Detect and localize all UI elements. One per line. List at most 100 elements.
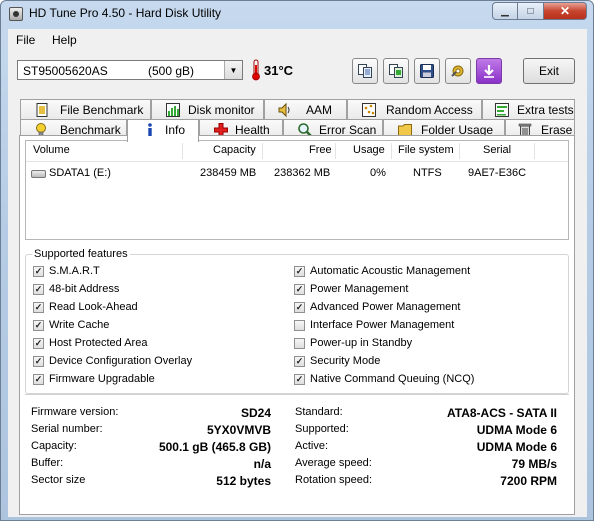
- feature-label: Security Mode: [310, 355, 381, 367]
- tab-random-access[interactable]: Random Access: [347, 99, 482, 120]
- info-row: Supported: UDMA Mode 6: [295, 423, 557, 437]
- menu-file[interactable]: File: [16, 33, 35, 47]
- checkbox-checked[interactable]: ✓: [33, 374, 44, 385]
- options-button[interactable]: [445, 58, 471, 84]
- tab-file-benchmark[interactable]: File Benchmark: [20, 99, 151, 120]
- checkbox-checked[interactable]: ✓: [33, 338, 44, 349]
- drive-selector[interactable]: ST95005620AS (500 gB) ▼: [17, 60, 243, 80]
- info-value: UDMA Mode 6: [476, 440, 557, 454]
- feature-label: Advanced Power Management: [310, 301, 461, 313]
- table-row[interactable]: SDATA1 (E:) 238459 MB 238362 MB 0% NTFS …: [26, 165, 568, 183]
- feature-label: Firmware Upgradable: [49, 373, 155, 385]
- checkbox-unchecked[interactable]: [294, 320, 305, 331]
- checkbox-checked[interactable]: ✓: [294, 374, 305, 385]
- info-row: Sector size 512 bytes: [31, 474, 271, 488]
- minimize-icon: ▁: [501, 5, 509, 17]
- tab-disk-monitor[interactable]: Disk monitor: [151, 99, 264, 120]
- info-label: Capacity:: [31, 440, 77, 452]
- info-value: SD24: [240, 406, 271, 420]
- checkbox-checked[interactable]: ✓: [294, 266, 305, 277]
- tab-label: Info: [165, 123, 186, 137]
- info-value: 79 MB/s: [511, 457, 557, 471]
- title-bar[interactable]: HD Tune Pro 4.50 - Hard Disk Utility ▁ □…: [1, 1, 593, 28]
- copy-screenshot-button[interactable]: [383, 58, 409, 84]
- cell-capacity: 238459 MB: [200, 167, 257, 179]
- drive-size: (500 gB): [148, 64, 195, 78]
- info-panel: Volume Capacity Free Usage File system S…: [19, 135, 575, 515]
- download-update-button[interactable]: [476, 58, 502, 84]
- checkbox-unchecked[interactable]: [294, 338, 305, 349]
- info-icon: [148, 123, 152, 136]
- checkbox-checked[interactable]: ✓: [33, 302, 44, 313]
- feature-label: Power-up in Standby: [310, 337, 413, 349]
- info-row: Standard: ATA8-ACS - SATA II: [295, 406, 557, 420]
- cell-file-system: NTFS: [413, 167, 442, 179]
- info-value: ATA8-ACS - SATA II: [447, 406, 557, 420]
- cell-serial: 9AE7-E36C: [468, 167, 527, 179]
- info-label: Standard:: [295, 406, 343, 418]
- save-floppy-icon: [420, 64, 434, 78]
- checkbox-checked[interactable]: ✓: [294, 302, 305, 313]
- column-free[interactable]: Free: [309, 144, 332, 156]
- info-row: Average speed: 79 MB/s: [295, 457, 557, 471]
- tab-info[interactable]: Info: [127, 119, 199, 142]
- maximize-icon: □: [527, 5, 534, 17]
- app-window: HD Tune Pro 4.50 - Hard Disk Utility ▁ □…: [0, 0, 594, 521]
- checkbox-checked[interactable]: ✓: [33, 320, 44, 331]
- info-label: Firmware version:: [31, 406, 119, 418]
- checkbox-checked[interactable]: ✓: [33, 356, 44, 367]
- tab-aam[interactable]: AAM: [264, 99, 347, 120]
- checkbox-checked[interactable]: ✓: [33, 266, 44, 277]
- tab-label: Extra tests: [517, 103, 574, 117]
- tab-label: File Benchmark: [60, 103, 144, 117]
- column-usage[interactable]: Usage: [353, 144, 385, 156]
- supported-features-title: Supported features: [32, 248, 130, 260]
- cell-usage: 0%: [370, 167, 386, 179]
- feature-label: Power Management: [310, 283, 409, 295]
- column-volume[interactable]: Volume: [33, 144, 70, 156]
- menu-bar: File Help: [8, 29, 587, 51]
- copy-screenshot-icon: [389, 64, 403, 78]
- feature-label: 48-bit Address: [49, 283, 120, 295]
- checkbox-checked[interactable]: ✓: [294, 284, 305, 295]
- cell-volume: SDATA1 (E:): [49, 167, 111, 179]
- tab-extra-tests[interactable]: Extra tests: [482, 99, 575, 120]
- info-value: 5YX0VMVB: [206, 423, 271, 437]
- column-capacity[interactable]: Capacity: [213, 144, 256, 156]
- window-title: HD Tune Pro 4.50 - Hard Disk Utility: [29, 6, 222, 20]
- drive-model: ST95005620AS: [23, 64, 108, 78]
- save-button[interactable]: [414, 58, 440, 84]
- info-row: Firmware version: SD24: [31, 406, 271, 420]
- tab-label: Disk monitor: [188, 103, 255, 117]
- feature-label: Read Look-Ahead: [49, 301, 138, 313]
- close-button[interactable]: ✕: [544, 2, 587, 20]
- caption-buttons: ▁ □ ✕: [492, 2, 587, 20]
- feature-label: Host Protected Area: [49, 337, 148, 349]
- options-tools-icon: [451, 65, 464, 77]
- drive-icon: [31, 170, 46, 178]
- minimize-button[interactable]: ▁: [492, 2, 518, 20]
- column-serial[interactable]: Serial: [483, 144, 511, 156]
- feature-label: S.M.A.R.T: [49, 265, 100, 277]
- exit-button[interactable]: Exit: [523, 58, 575, 84]
- tab-label: AAM: [306, 103, 333, 117]
- info-row: Buffer: n/a: [31, 457, 271, 471]
- info-label: Buffer:: [31, 457, 64, 469]
- info-label: Rotation speed:: [295, 474, 373, 486]
- column-file-system[interactable]: File system: [398, 144, 454, 156]
- maximize-button[interactable]: □: [518, 2, 544, 20]
- menu-help[interactable]: Help: [52, 33, 77, 47]
- divider: [25, 394, 569, 395]
- info-row: Capacity: 500.1 gB (465.8 GB): [31, 440, 271, 454]
- cell-free: 238362 MB: [274, 167, 331, 179]
- toolbar: ST95005620AS (500 gB) ▼ 31°C Exit: [8, 51, 587, 91]
- volume-table[interactable]: Volume Capacity Free Usage File system S…: [25, 140, 569, 240]
- checkbox-checked[interactable]: ✓: [294, 356, 305, 367]
- info-label: Serial number:: [31, 423, 103, 435]
- info-value: UDMA Mode 6: [476, 423, 557, 437]
- copy-icon: [358, 64, 372, 78]
- feature-label: Write Cache: [49, 319, 110, 331]
- checkbox-checked[interactable]: ✓: [33, 284, 44, 295]
- copy-info-button[interactable]: [352, 58, 378, 84]
- chevron-down-icon[interactable]: ▼: [224, 61, 242, 79]
